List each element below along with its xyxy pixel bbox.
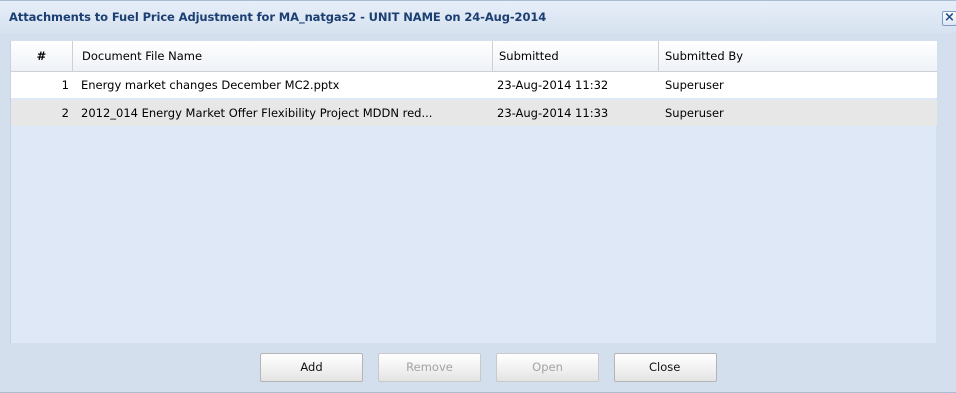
row-submitted-by: Superuser (665, 78, 724, 92)
add-button[interactable]: Add (260, 353, 363, 382)
table-row[interactable]: 1 Energy market changes December MC2.ppt… (11, 72, 937, 98)
remove-button[interactable]: Remove (378, 353, 481, 382)
dialog-title: Attachments to Fuel Price Adjustment for… (9, 10, 547, 24)
row-submitted: 23-Aug-2014 11:32 (497, 78, 609, 92)
dialog-titlebar[interactable]: Attachments to Fuel Price Adjustment for… (0, 1, 956, 33)
attachments-dialog: Attachments to Fuel Price Adjustment for… (0, 0, 956, 393)
close-icon[interactable]: × (942, 11, 956, 26)
open-button[interactable]: Open (496, 353, 599, 382)
row-file-name: 2012_014 Energy Market Offer Flexibility… (81, 106, 433, 120)
column-header-file-name[interactable]: Document File Name (73, 41, 493, 71)
row-file-name: Energy market changes December MC2.pptx (81, 78, 340, 92)
row-number: 2 (61, 106, 69, 120)
row-submitted-by: Superuser (665, 106, 724, 120)
column-header-submitted[interactable]: Submitted (493, 41, 659, 71)
row-submitted: 23-Aug-2014 11:33 (497, 106, 609, 120)
column-header-submitted-by[interactable]: Submitted By (659, 41, 937, 71)
row-number: 1 (61, 78, 69, 92)
attachments-grid: # Document File Name Submitted Submitted… (10, 41, 937, 343)
table-row[interactable]: 2 2012_014 Energy Market Offer Flexibili… (11, 100, 937, 126)
dialog-button-bar: Add Remove Open Close (0, 344, 956, 392)
column-header-number[interactable]: # (11, 41, 73, 71)
grid-header: # Document File Name Submitted Submitted… (11, 41, 937, 72)
close-button[interactable]: Close (614, 353, 717, 382)
